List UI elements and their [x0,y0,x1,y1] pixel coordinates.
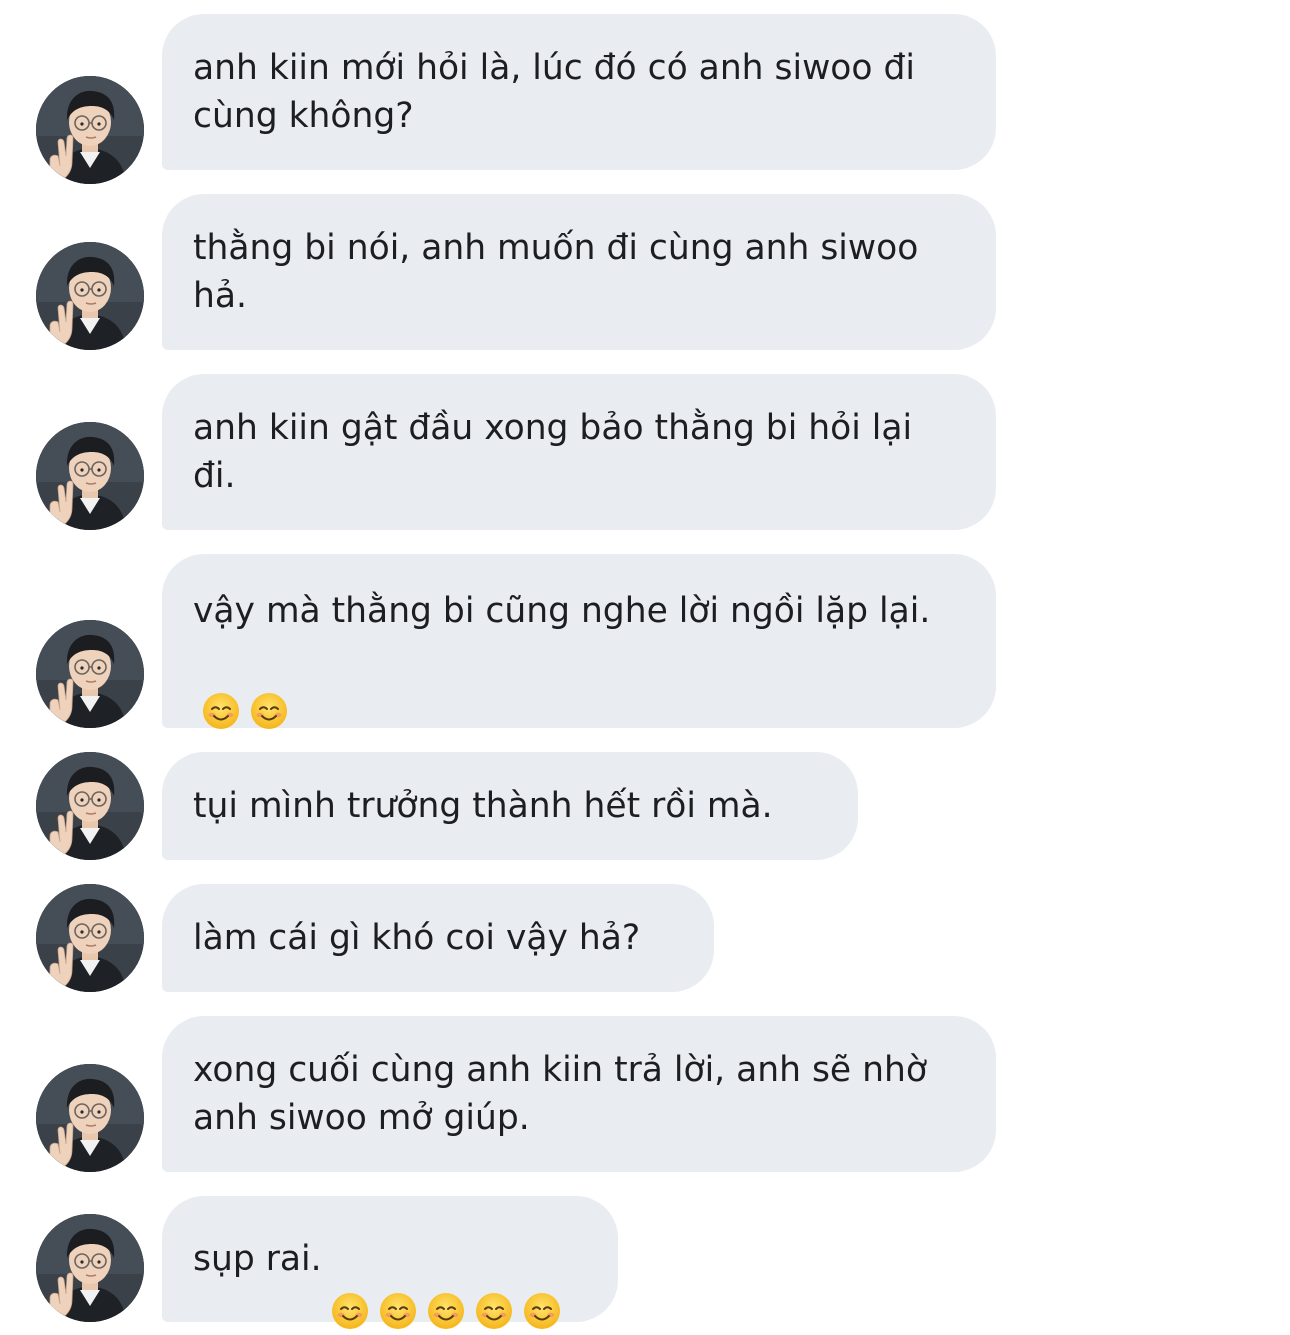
sender-avatar[interactable] [36,620,144,728]
sender-avatar[interactable] [36,1214,144,1322]
smiling-face-emoji [249,643,289,729]
message-text-body: vậy mà thằng bi cũng nghe lời ngồi lặp l… [193,591,931,631]
message-text: sụp rai. [193,1235,586,1329]
avatar-image [36,76,144,184]
message-row: làm cái gì khó coi vậy hả? [0,884,1290,992]
message-bubble[interactable]: xong cuối cùng anh kiin trả lời, anh sẽ … [162,1016,996,1172]
avatar-image [36,1064,144,1172]
message-row: thằng bi nói, anh muốn đi cùng anh siwoo… [0,194,1290,350]
avatar-image [36,884,144,992]
message-bubble[interactable]: sụp rai. [162,1196,618,1329]
smiling-face-emoji [522,1243,562,1329]
message-bubble[interactable]: làm cái gì khó coi vậy hả? [162,884,714,992]
avatar-image [36,242,144,350]
sender-avatar[interactable] [36,752,144,860]
sender-avatar[interactable] [36,884,144,992]
message-bubble[interactable]: tụi mình trưởng thành hết rồi mà. [162,752,858,860]
sender-avatar[interactable] [36,242,144,350]
message-bubble[interactable]: vậy mà thằng bi cũng nghe lời ngồi lặp l… [162,554,996,729]
message-thread: anh kiin mới hỏi là, lúc đó có anh siwoo… [0,0,1290,1335]
message-row: xong cuối cùng anh kiin trả lời, anh sẽ … [0,1016,1290,1172]
message-text: thằng bi nói, anh muốn đi cùng anh siwoo… [193,228,930,316]
message-row: anh kiin mới hỏi là, lúc đó có anh siwoo… [0,14,1290,184]
message-text: tụi mình trưởng thành hết rồi mà. [193,786,773,826]
message-bubble[interactable]: anh kiin gật đầu xong bảo thằng bi hỏi l… [162,374,996,530]
message-row: tụi mình trưởng thành hết rồi mà. [0,752,1290,860]
message-bubble[interactable]: thằng bi nói, anh muốn đi cùng anh siwoo… [162,194,996,350]
message-text: anh kiin mới hỏi là, lúc đó có anh siwoo… [193,48,926,136]
emoji-group [322,1239,562,1329]
smiling-face-emoji [330,1243,370,1329]
message-row: vậy mà thằng bi cũng nghe lời ngồi lặp l… [0,554,1290,729]
message-bubble[interactable]: anh kiin mới hỏi là, lúc đó có anh siwoo… [162,14,996,170]
avatar-image [36,752,144,860]
emoji-group [193,639,289,729]
smiling-face-emoji [426,1243,466,1329]
message-text: vậy mà thằng bi cũng nghe lời ngồi lặp l… [193,587,964,729]
message-text: anh kiin gật đầu xong bảo thằng bi hỏi l… [193,408,924,496]
smiling-face-emoji [378,1243,418,1329]
sender-avatar[interactable] [36,1064,144,1172]
avatar-image [36,620,144,728]
smiling-face-emoji [474,1243,514,1329]
avatar-image [36,1214,144,1322]
message-row: sụp rai. [0,1196,1290,1329]
sender-avatar[interactable] [36,76,144,184]
message-text: làm cái gì khó coi vậy hả? [193,918,641,958]
sender-avatar[interactable] [36,422,144,530]
message-text: xong cuối cùng anh kiin trả lời, anh sẽ … [193,1050,938,1138]
smiling-face-emoji [201,643,241,729]
message-row: anh kiin gật đầu xong bảo thằng bi hỏi l… [0,374,1290,530]
message-text-body: sụp rai. [193,1239,322,1279]
avatar-image [36,422,144,530]
